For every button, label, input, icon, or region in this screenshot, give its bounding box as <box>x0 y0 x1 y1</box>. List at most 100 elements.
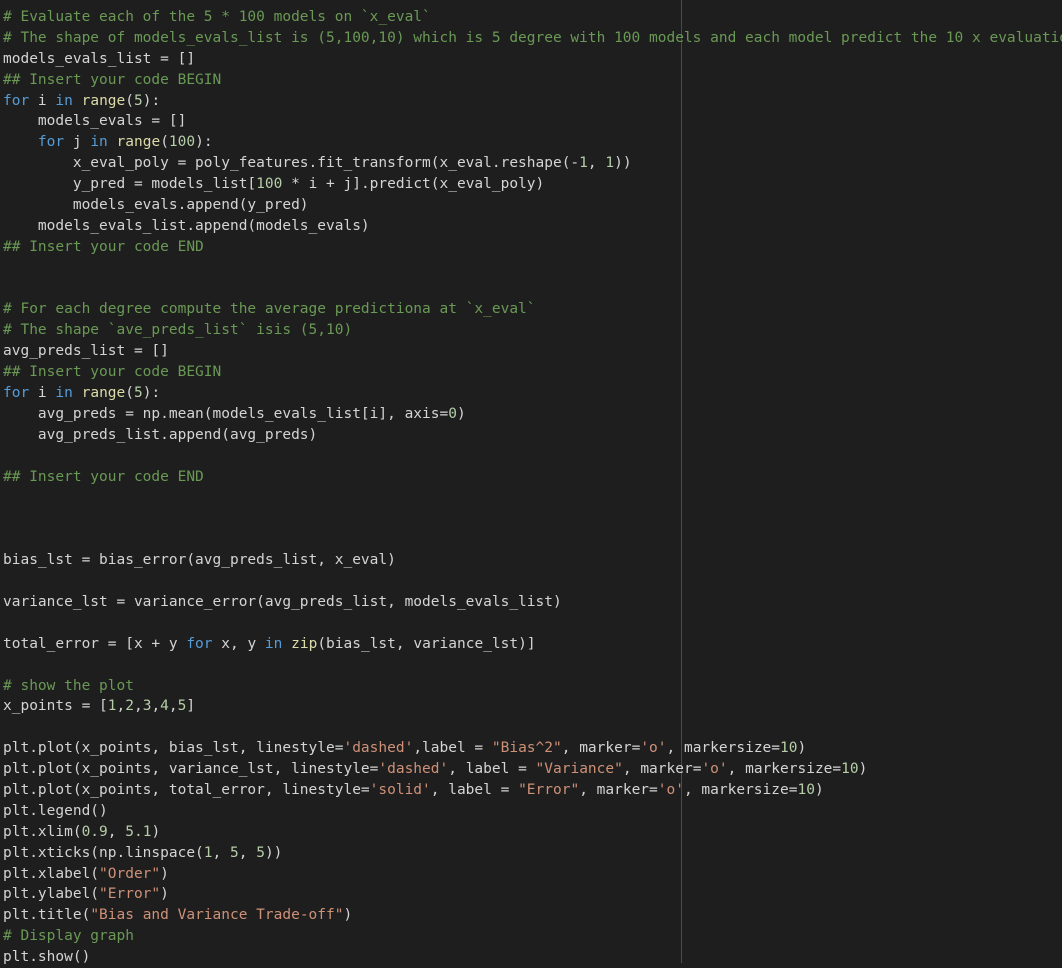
code-line[interactable]: # show the plot <box>3 676 1062 697</box>
code-line[interactable] <box>3 655 1062 676</box>
code-editor[interactable]: # Evaluate each of the 5 * 100 models on… <box>0 0 1062 963</box>
code-line[interactable]: # Display graph <box>3 926 1062 947</box>
code-line[interactable]: avg_preds = np.mean(models_evals_list[i]… <box>3 404 1062 425</box>
code-line[interactable]: plt.legend() <box>3 801 1062 822</box>
code-token-plain: ) <box>457 406 466 422</box>
code-token-plain <box>3 134 38 150</box>
code-line[interactable]: avg_preds_list.append(avg_preds) <box>3 425 1062 446</box>
code-token-plain: , <box>151 698 160 714</box>
code-token-keyword: in <box>55 93 72 109</box>
code-line[interactable]: x_eval_poly = poly_features.fit_transfor… <box>3 153 1062 174</box>
code-token-plain <box>73 93 82 109</box>
code-line[interactable]: for i in range(5): <box>3 91 1062 112</box>
code-token-plain: plt.ylabel( <box>3 886 99 902</box>
code-line[interactable] <box>3 717 1062 738</box>
code-line[interactable]: plt.xlabel("Order") <box>3 864 1062 885</box>
code-token-plain: )) <box>265 845 282 861</box>
code-line[interactable]: ## Insert your code END <box>3 467 1062 488</box>
code-token-number: 5 <box>134 93 143 109</box>
code-line[interactable] <box>3 529 1062 550</box>
code-line[interactable]: plt.plot(x_points, variance_lst, linesty… <box>3 759 1062 780</box>
code-line[interactable]: plt.plot(x_points, total_error, linestyl… <box>3 780 1062 801</box>
code-token-plain: i <box>29 93 55 109</box>
code-area[interactable]: # Evaluate each of the 5 * 100 models on… <box>3 7 1062 968</box>
code-line[interactable] <box>3 508 1062 529</box>
code-line[interactable]: # The shape of models_evals_list is (5,1… <box>3 28 1062 49</box>
code-line[interactable]: # Evaluate each of the 5 * 100 models on… <box>3 7 1062 28</box>
code-line[interactable]: models_evals.append(y_pred) <box>3 195 1062 216</box>
code-line[interactable]: for j in range(100): <box>3 132 1062 153</box>
code-token-plain: plt.plot(x_points, total_error, linestyl… <box>3 782 370 798</box>
code-token-number: 1 <box>579 155 588 171</box>
code-token-plain: total_error = [x + y <box>3 636 186 652</box>
code-token-number: 5 <box>256 845 265 861</box>
code-line[interactable]: for i in range(5): <box>3 383 1062 404</box>
code-token-plain: ) <box>859 761 868 777</box>
code-token-keyword: in <box>265 636 282 652</box>
code-line[interactable]: plt.show() <box>3 947 1062 968</box>
code-token-plain: models_evals_list.append(models_evals) <box>3 218 370 234</box>
code-token-plain: )) <box>614 155 631 171</box>
code-line[interactable]: ## Insert your code BEGIN <box>3 70 1062 91</box>
code-line[interactable]: plt.ylabel("Error") <box>3 884 1062 905</box>
code-line[interactable]: plt.xticks(np.linspace(1, 5, 5)) <box>3 843 1062 864</box>
code-token-plain: , marker= <box>579 782 658 798</box>
code-line[interactable]: models_evals = [] <box>3 111 1062 132</box>
code-token-comment: ## Insert your code BEGIN <box>3 72 221 88</box>
code-token-string: 'o' <box>701 761 727 777</box>
code-token-plain: models_evals.append(y_pred) <box>3 197 309 213</box>
code-line[interactable] <box>3 446 1062 467</box>
code-token-builtin: range <box>82 385 126 401</box>
code-line[interactable]: # For each degree compute the average pr… <box>3 299 1062 320</box>
code-token-keyword: for <box>3 93 29 109</box>
code-token-comment: ## Insert your code BEGIN <box>3 364 221 380</box>
code-line[interactable]: ## Insert your code END <box>3 237 1062 258</box>
code-token-number: 0 <box>448 406 457 422</box>
code-line[interactable]: # The shape `ave_preds_list` isis (5,10) <box>3 320 1062 341</box>
code-token-plain: * i + j].predict(x_eval_poly) <box>282 176 544 192</box>
code-token-plain: x, y <box>213 636 265 652</box>
code-line[interactable]: models_evals_list = [] <box>3 49 1062 70</box>
code-line[interactable]: bias_lst = bias_error(avg_preds_list, x_… <box>3 550 1062 571</box>
code-token-keyword: for <box>186 636 212 652</box>
code-token-plain: , marker= <box>562 740 641 756</box>
code-token-comment: ## Insert your code END <box>3 469 204 485</box>
code-token-builtin: zip <box>291 636 317 652</box>
code-line[interactable]: x_points = [1,2,3,4,5] <box>3 696 1062 717</box>
code-token-string: 'solid' <box>370 782 431 798</box>
code-token-plain: , label = <box>448 761 535 777</box>
code-line[interactable] <box>3 571 1062 592</box>
code-token-plain: plt.xlim( <box>3 824 82 840</box>
code-line[interactable] <box>3 279 1062 300</box>
code-line[interactable]: ## Insert your code BEGIN <box>3 362 1062 383</box>
code-token-number: 5.1 <box>125 824 151 840</box>
code-line[interactable]: variance_lst = variance_error(avg_preds_… <box>3 592 1062 613</box>
code-line[interactable] <box>3 613 1062 634</box>
code-line[interactable]: models_evals_list.append(models_evals) <box>3 216 1062 237</box>
code-line[interactable] <box>3 258 1062 279</box>
code-token-comment: # The shape of models_evals_list is (5,1… <box>3 30 1062 46</box>
code-line[interactable]: plt.plot(x_points, bias_lst, linestyle='… <box>3 738 1062 759</box>
code-line[interactable]: avg_preds_list = [] <box>3 341 1062 362</box>
code-line[interactable] <box>3 487 1062 508</box>
code-line[interactable]: y_pred = models_list[100 * i + j].predic… <box>3 174 1062 195</box>
code-token-plain: variance_lst = variance_error(avg_preds_… <box>3 594 562 610</box>
code-token-plain: , <box>213 845 230 861</box>
code-token-number: 5 <box>134 385 143 401</box>
code-token-plain: ,label = <box>413 740 492 756</box>
code-token-keyword: for <box>38 134 64 150</box>
code-token-string: "Variance" <box>536 761 623 777</box>
code-token-plain: y_pred = models_list[ <box>3 176 256 192</box>
code-token-plain <box>282 636 291 652</box>
code-token-number: 100 <box>256 176 282 192</box>
code-token-number: 2 <box>125 698 134 714</box>
code-line[interactable]: plt.xlim(0.9, 5.1) <box>3 822 1062 843</box>
code-token-keyword: in <box>55 385 72 401</box>
code-token-plain: plt.title( <box>3 907 90 923</box>
code-token-number: 10 <box>797 782 814 798</box>
code-token-plain: ) <box>160 886 169 902</box>
code-line[interactable]: total_error = [x + y for x, y in zip(bia… <box>3 634 1062 655</box>
code-token-plain: ) <box>343 907 352 923</box>
code-line[interactable]: plt.title("Bias and Variance Trade-off") <box>3 905 1062 926</box>
code-token-plain: , markersize= <box>728 761 842 777</box>
